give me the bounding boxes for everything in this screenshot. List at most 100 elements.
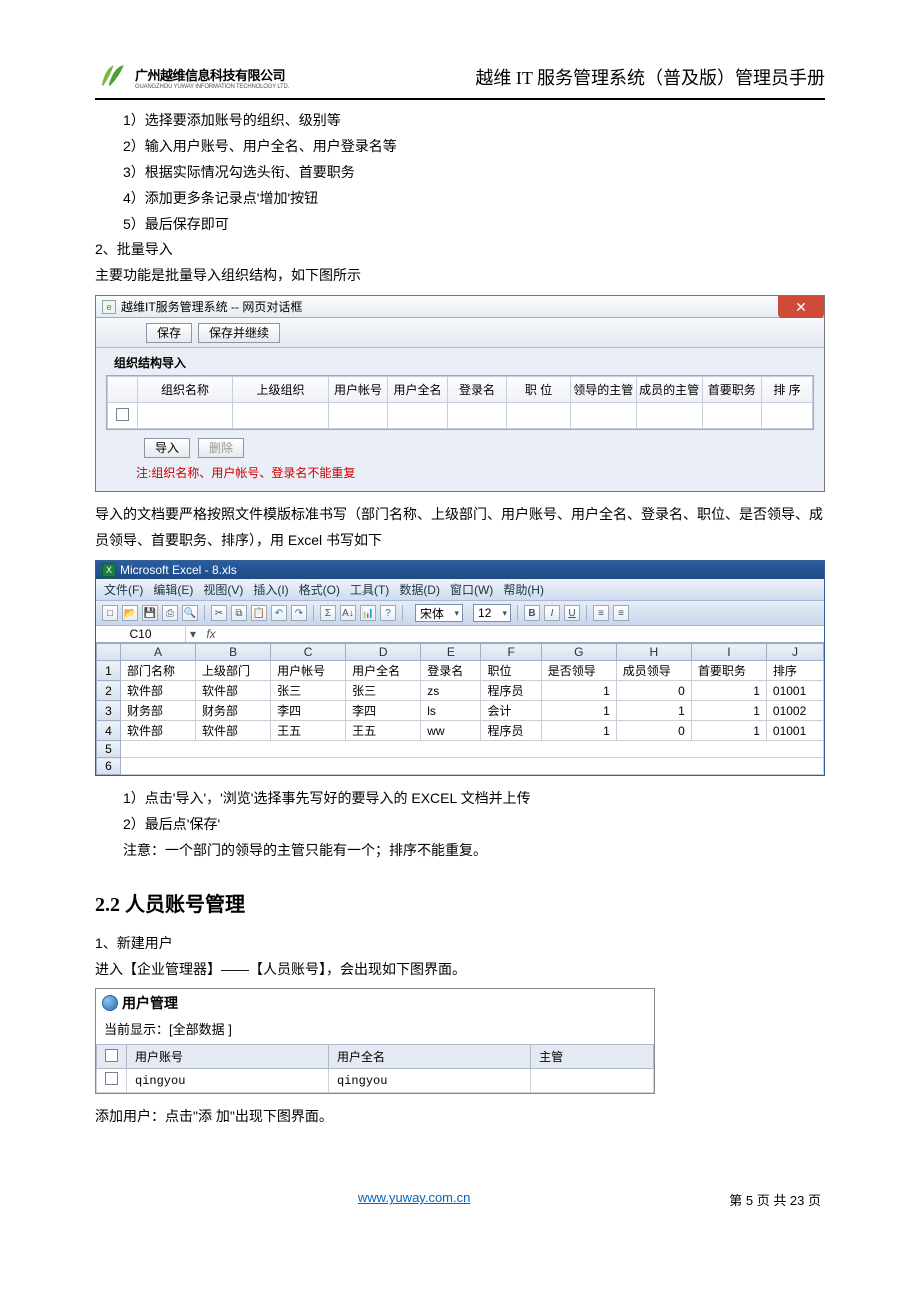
menu-insert[interactable]: 插入(I) bbox=[253, 581, 288, 598]
after-um-text: 添加用户：点击"添 加"出现下图界面。 bbox=[95, 1104, 825, 1130]
step-item: 1）点击'导入'，'浏览'选择事先写好的要导入的 EXCEL 文档并上传 bbox=[123, 786, 825, 812]
steps-list-b: 1）点击'导入'，'浏览'选择事先写好的要导入的 EXCEL 文档并上传 2）最… bbox=[95, 786, 825, 864]
select-all-checkbox[interactable] bbox=[105, 1049, 118, 1062]
undo-icon[interactable]: ↶ bbox=[271, 605, 287, 621]
document-title: 越维 IT 服务管理系统（普及版）管理员手册 bbox=[475, 64, 825, 94]
dialog-toolbar: 保存 保存并继续 bbox=[96, 318, 824, 348]
table-row-empty bbox=[108, 403, 813, 429]
user-mgmt-table: 用户账号 用户全名 主管 qingyou qingyou bbox=[96, 1044, 654, 1093]
col-checkbox bbox=[108, 377, 138, 403]
import-dialog: e 越维IT服务管理系统 -- 网页对话框 ✕ 保存 保存并继续 组织结构导入 … bbox=[95, 295, 825, 492]
col-F[interactable]: F bbox=[481, 644, 541, 661]
col-user-fullname: 用户全名 bbox=[329, 1045, 531, 1069]
menu-data[interactable]: 数据(D) bbox=[399, 581, 440, 598]
close-button[interactable]: ✕ bbox=[778, 296, 824, 318]
align-left-icon[interactable]: ≡ bbox=[593, 605, 609, 621]
col-leader-mgr: 领导的主管 bbox=[570, 377, 636, 403]
row-checkbox[interactable] bbox=[105, 1072, 118, 1085]
preview-icon[interactable]: 🔍 bbox=[182, 605, 198, 621]
col-user-fullname: 用户全名 bbox=[388, 377, 447, 403]
open-icon[interactable]: 📂 bbox=[122, 605, 138, 621]
sec22-line1: 1、新建用户 bbox=[95, 931, 825, 957]
help-icon[interactable]: ? bbox=[380, 605, 396, 621]
new-icon[interactable]: □ bbox=[102, 605, 118, 621]
chart-icon[interactable]: 📊 bbox=[360, 605, 376, 621]
fx-icon[interactable]: fx bbox=[200, 627, 222, 641]
col-C[interactable]: C bbox=[271, 644, 346, 661]
menu-view[interactable]: 视图(V) bbox=[203, 581, 243, 598]
step-item: 5）最后保存即可 bbox=[123, 212, 825, 238]
menu-edit[interactable]: 编辑(E) bbox=[153, 581, 193, 598]
save-continue-button[interactable]: 保存并继续 bbox=[198, 323, 280, 343]
copy-icon[interactable]: ⧉ bbox=[231, 605, 247, 621]
font-size-select[interactable]: 12 bbox=[473, 604, 511, 622]
col-org-name: 组织名称 bbox=[137, 377, 233, 403]
col-A[interactable]: A bbox=[121, 644, 196, 661]
excel-row: 3 财务部财务部李四李四ls会计11101002 bbox=[97, 701, 824, 721]
col-J[interactable]: J bbox=[766, 644, 823, 661]
logo-text-en: GUANGZHOU YUWAY INFORMATION TECHNOLOGY L… bbox=[135, 84, 289, 90]
footer-page: 第 5 页 共 23 页 bbox=[729, 1190, 821, 1209]
excel-row: 2 软件部软件部张三张三zs程序员10101001 bbox=[97, 681, 824, 701]
col-member-mgr: 成员的主管 bbox=[636, 377, 702, 403]
col-position: 职 位 bbox=[507, 377, 571, 403]
excel-window: X Microsoft Excel - 8.xls 文件(F) 编辑(E) 视图… bbox=[95, 560, 825, 776]
menu-file[interactable]: 文件(F) bbox=[104, 581, 143, 598]
delete-button[interactable]: 删除 bbox=[198, 438, 244, 458]
col-parent-org: 上级组织 bbox=[233, 377, 329, 403]
redo-icon[interactable]: ↷ bbox=[291, 605, 307, 621]
user-mgmt-title: 用户管理 bbox=[96, 989, 654, 1017]
menu-format[interactable]: 格式(O) bbox=[299, 581, 340, 598]
company-logo: 广州越维信息科技有限公司 GUANGZHOU YUWAY INFORMATION… bbox=[95, 60, 289, 94]
col-login-name: 登录名 bbox=[447, 377, 506, 403]
paste-icon[interactable]: 📋 bbox=[251, 605, 267, 621]
col-order: 排 序 bbox=[761, 377, 812, 403]
col-D[interactable]: D bbox=[346, 644, 421, 661]
menu-window[interactable]: 窗口(W) bbox=[450, 581, 493, 598]
menu-tools[interactable]: 工具(T) bbox=[350, 581, 389, 598]
logo-text-cn: 广州越维信息科技有限公司 bbox=[135, 65, 289, 84]
name-box[interactable]: C10 bbox=[96, 626, 186, 642]
col-user-account: 用户帐号 bbox=[328, 377, 387, 403]
section-2-title: 2、批量导入 bbox=[95, 237, 825, 263]
col-H[interactable]: H bbox=[616, 644, 691, 661]
import-table: 组织名称 上级组织 用户帐号 用户全名 登录名 职 位 领导的主管 成员的主管 … bbox=[107, 376, 813, 429]
italic-icon[interactable]: I bbox=[544, 605, 560, 621]
row-checkbox[interactable] bbox=[116, 408, 129, 421]
sec22-line2: 进入【企业管理器】——【人员账号】，会出现如下图界面。 bbox=[95, 957, 825, 983]
col-G[interactable]: G bbox=[541, 644, 616, 661]
page-icon: e bbox=[102, 300, 116, 314]
step-item: 2）输入用户账号、用户全名、用户登录名等 bbox=[123, 134, 825, 160]
excel-row-empty: 5 bbox=[97, 741, 824, 758]
cut-icon[interactable]: ✂ bbox=[211, 605, 227, 621]
col-B[interactable]: B bbox=[196, 644, 271, 661]
import-note: 注:组织名称、用户帐号、登录名不能重复 bbox=[96, 462, 824, 491]
table-row[interactable]: qingyou qingyou bbox=[97, 1069, 654, 1093]
bold-icon[interactable]: B bbox=[524, 605, 540, 621]
font-name-select[interactable]: 宋体 bbox=[415, 604, 463, 622]
excel-menubar: 文件(F) 编辑(E) 视图(V) 插入(I) 格式(O) 工具(T) 数据(D… bbox=[96, 579, 824, 600]
excel-toolbar: □ 📂 💾 ⎙ 🔍 ✂ ⧉ 📋 ↶ ↷ Σ A↓ 📊 ? 宋体 12 bbox=[96, 600, 824, 626]
section-22-heading: 2.2 人员账号管理 bbox=[95, 888, 825, 917]
col-E[interactable]: E bbox=[421, 644, 481, 661]
print-icon[interactable]: ⎙ bbox=[162, 605, 178, 621]
excel-row: 4 软件部软件部王五王五ww程序员10101001 bbox=[97, 721, 824, 741]
sum-icon[interactable]: Σ bbox=[320, 605, 336, 621]
align-center-icon[interactable]: ≡ bbox=[613, 605, 629, 621]
col-I[interactable]: I bbox=[691, 644, 766, 661]
underline-icon[interactable]: U bbox=[564, 605, 580, 621]
save-icon[interactable]: 💾 bbox=[142, 605, 158, 621]
menu-help[interactable]: 帮助(H) bbox=[503, 581, 544, 598]
section-label: 组织结构导入 bbox=[96, 348, 824, 375]
sort-icon[interactable]: A↓ bbox=[340, 605, 356, 621]
step-item: 1）选择要添加账号的组织、级别等 bbox=[123, 108, 825, 134]
user-mgmt-filter: 当前显示：[全部数据 ] bbox=[96, 1017, 654, 1044]
step-item: 3）根据实际情况勾选头衔、首要职务 bbox=[123, 160, 825, 186]
dialog-title: 越维IT服务管理系统 -- 网页对话框 bbox=[121, 298, 302, 315]
footer-url[interactable]: www.yuway.com.cn bbox=[358, 1190, 470, 1209]
import-button[interactable]: 导入 bbox=[144, 438, 190, 458]
col-user-account: 用户账号 bbox=[127, 1045, 329, 1069]
globe-icon bbox=[102, 995, 118, 1011]
excel-grid: A B C D E F G H I J 1 部门名称 上级部门 用户帐号 用户全… bbox=[96, 643, 824, 775]
save-button[interactable]: 保存 bbox=[146, 323, 192, 343]
